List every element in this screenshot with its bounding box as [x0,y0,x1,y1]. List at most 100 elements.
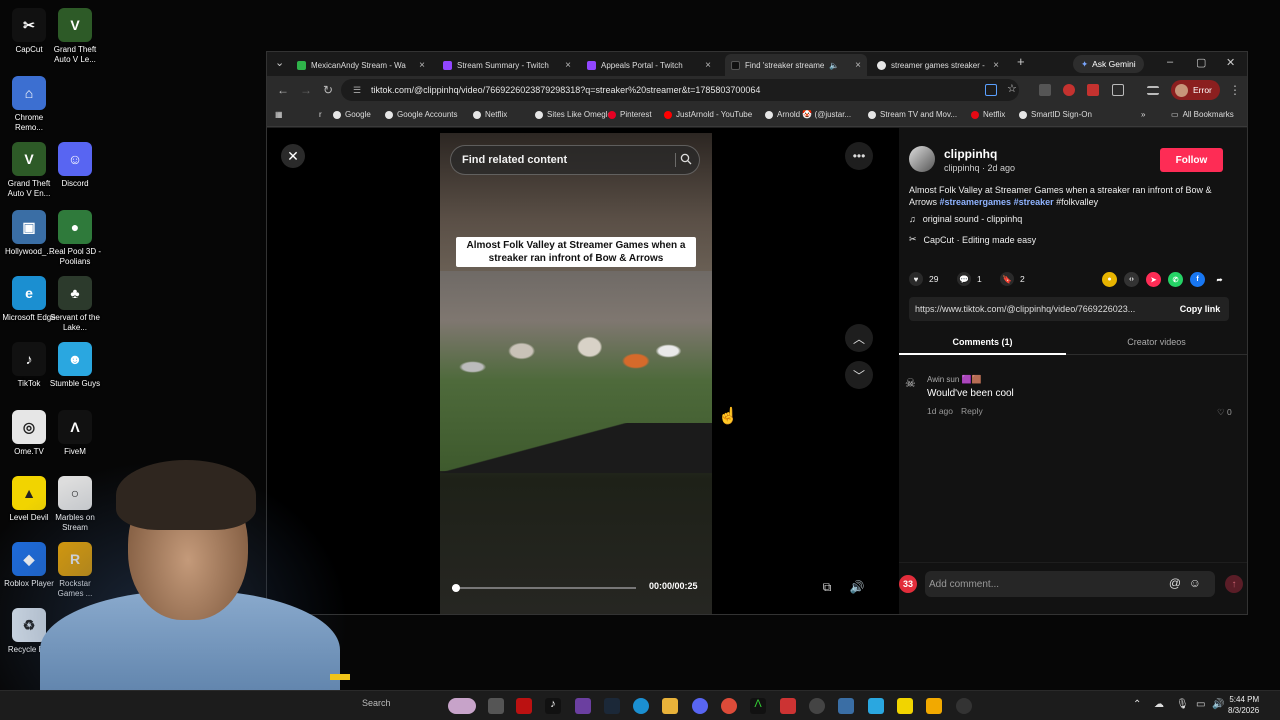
bookmark-partial[interactable]: r [319,110,322,119]
apps-grid-icon[interactable]: ▦ [275,110,283,119]
app-icon[interactable] [897,698,913,714]
bookmark-item[interactable]: Netflix [971,110,1005,119]
minimize-icon[interactable]: – [1167,56,1173,68]
more-bookmarks-icon[interactable]: » [1141,110,1145,119]
tab-creator-videos[interactable]: Creator videos [1066,330,1247,354]
tab-stream-summary[interactable]: Stream Summary - Twitch × [437,54,577,76]
app-icon[interactable] [575,698,591,714]
bookmark-item[interactable]: Google Accounts [385,110,457,119]
bookmark-item[interactable]: Google [333,110,371,119]
hashtag-link[interactable]: #streamergames [940,197,1012,207]
username[interactable]: clippinhq [944,147,997,161]
add-comment-input[interactable]: Add comment... @ ☺ [925,571,1215,597]
profile-error-button[interactable]: Error [1171,80,1220,100]
microphone-icon[interactable]: 🎙 [1176,699,1189,710]
desktop-icon[interactable]: Λ FiveM [46,410,104,457]
network-icon[interactable]: ▭ [1196,699,1205,710]
app-icon[interactable] [838,698,854,714]
tray-expand-icon[interactable]: ⌃ [1133,699,1141,710]
progress-knob[interactable] [451,584,460,592]
send-icon[interactable]: ➤ [1146,272,1161,287]
reload-icon[interactable]: ↻ [323,83,333,97]
previous-video-icon[interactable]: ︿ [845,324,873,352]
clock[interactable]: 5:44 PM 8/3/2026 [1228,694,1259,716]
embed-icon[interactable]: ‹› [1124,272,1139,287]
tab-close-icon[interactable]: × [705,60,711,71]
back-icon[interactable]: ← [277,83,289,97]
tab-search-icon[interactable]: ⌄ [275,56,284,69]
avatar[interactable] [909,146,935,172]
search-icon[interactable] [675,153,692,167]
star-icon[interactable]: ☆ [1007,82,1019,95]
mute-tab-icon[interactable]: 🔈 [829,61,839,70]
app-icon[interactable] [516,698,532,714]
volume-icon[interactable]: 🔊 [843,573,871,601]
new-tab-icon[interactable]: + [1017,54,1025,69]
tab-close-icon[interactable]: × [419,60,425,71]
app-icon[interactable] [926,698,942,714]
close-video-button[interactable]: ✕ [281,144,305,168]
tab-streamer-games[interactable]: streamer games streaker - × [871,54,1005,76]
tab-find-streaker[interactable]: Find 'streaker streame 🔈 × [725,54,867,76]
speaker-icon[interactable]: 🔊 [1212,699,1224,710]
ask-gemini-button[interactable]: ✦ Ask Gemini [1073,55,1144,73]
file-icon[interactable] [488,698,504,714]
post-comment-button[interactable]: ↑ [1225,575,1243,593]
obs-icon[interactable] [956,698,972,714]
site-info-icon[interactable]: ☰ [353,85,361,96]
coin-icon[interactable]: ● [1102,272,1117,287]
extension-icon[interactable] [1039,84,1051,96]
widgets-icon[interactable] [448,698,476,714]
comment-author[interactable]: Awin sun 🟪🟫 [927,375,981,384]
sound-row[interactable]: ♫ original sound - clippinhq [909,214,1022,224]
comment-like[interactable]: ♡ 0 [1217,407,1232,418]
video-progress-bar[interactable] [451,584,636,592]
bookmark-item[interactable]: Arnold 🤡 (@justar... [765,110,851,119]
next-video-icon[interactable]: ﹀ [845,361,873,389]
desktop-icon[interactable]: ♣ Servant of the Lake... [46,276,104,333]
extension-icon[interactable] [1063,84,1075,96]
bookmark-item[interactable]: SmartID Sign-On [1019,110,1092,119]
capcut-row[interactable]: ✂ CapCut · Editing made easy [909,234,1036,245]
url-bar[interactable]: ☰ tiktok.com/@clippinhq/video/7669226023… [341,79,1019,101]
chrome-icon[interactable] [721,698,737,714]
extension-icon[interactable] [1087,84,1099,96]
menu-icon[interactable]: ⋮ [1229,83,1241,97]
mention-icon[interactable]: @ [1169,576,1181,590]
hashtag-link[interactable]: #streaker [1014,197,1054,207]
tab-comments[interactable]: Comments (1) [899,330,1066,354]
edge-icon[interactable] [633,698,649,714]
reading-list-icon[interactable] [1147,86,1159,95]
desktop-icon[interactable]: ⌂ Chrome Remo... [0,76,58,133]
follow-button[interactable]: Follow [1160,148,1223,172]
facebook-icon[interactable]: f [1190,272,1205,287]
desktop-icon[interactable]: ● Real Pool 3D - Poolians [46,210,104,267]
find-related-search[interactable]: Find related content [450,145,700,175]
desktop-icon[interactable]: V Grand Theft Auto V Le... [46,8,104,65]
tiktok-icon[interactable]: ♪ [545,698,561,714]
discord-icon[interactable] [692,698,708,714]
bookmark-item[interactable]: Stream TV and Mov... [868,110,957,119]
maximize-icon[interactable]: ▢ [1196,56,1206,69]
steam-icon[interactable] [604,698,620,714]
comment-stat[interactable]: 💬 1 [957,272,982,286]
install-app-icon[interactable] [985,84,997,96]
desktop-icon[interactable]: ☻ Stumble Guys [46,342,104,389]
extensions-puzzle-icon[interactable] [1112,84,1124,96]
copy-link-button[interactable]: Copy link [1171,297,1229,321]
like-stat[interactable]: ♥ 29 [909,272,938,286]
all-bookmarks[interactable]: ▭ All Bookmarks [1171,110,1234,119]
more-options-icon[interactable]: ••• [845,142,873,170]
whatsapp-icon[interactable]: ✆ [1168,272,1183,287]
bookmark-item[interactable]: Pinterest [608,110,652,119]
tab-close-icon[interactable]: × [993,60,999,71]
forward-icon[interactable]: → [300,83,312,97]
tab-close-icon[interactable]: × [855,60,861,71]
commenter-avatar[interactable]: ☠ [905,376,921,392]
close-window-icon[interactable]: ✕ [1226,56,1235,69]
tab-close-icon[interactable]: × [565,60,571,71]
share-icon[interactable]: ➦ [1212,272,1227,287]
app-icon[interactable] [809,698,825,714]
desktop-icon[interactable]: ☺ Discord [46,142,104,189]
cloud-icon[interactable]: ☁ [1154,699,1164,710]
